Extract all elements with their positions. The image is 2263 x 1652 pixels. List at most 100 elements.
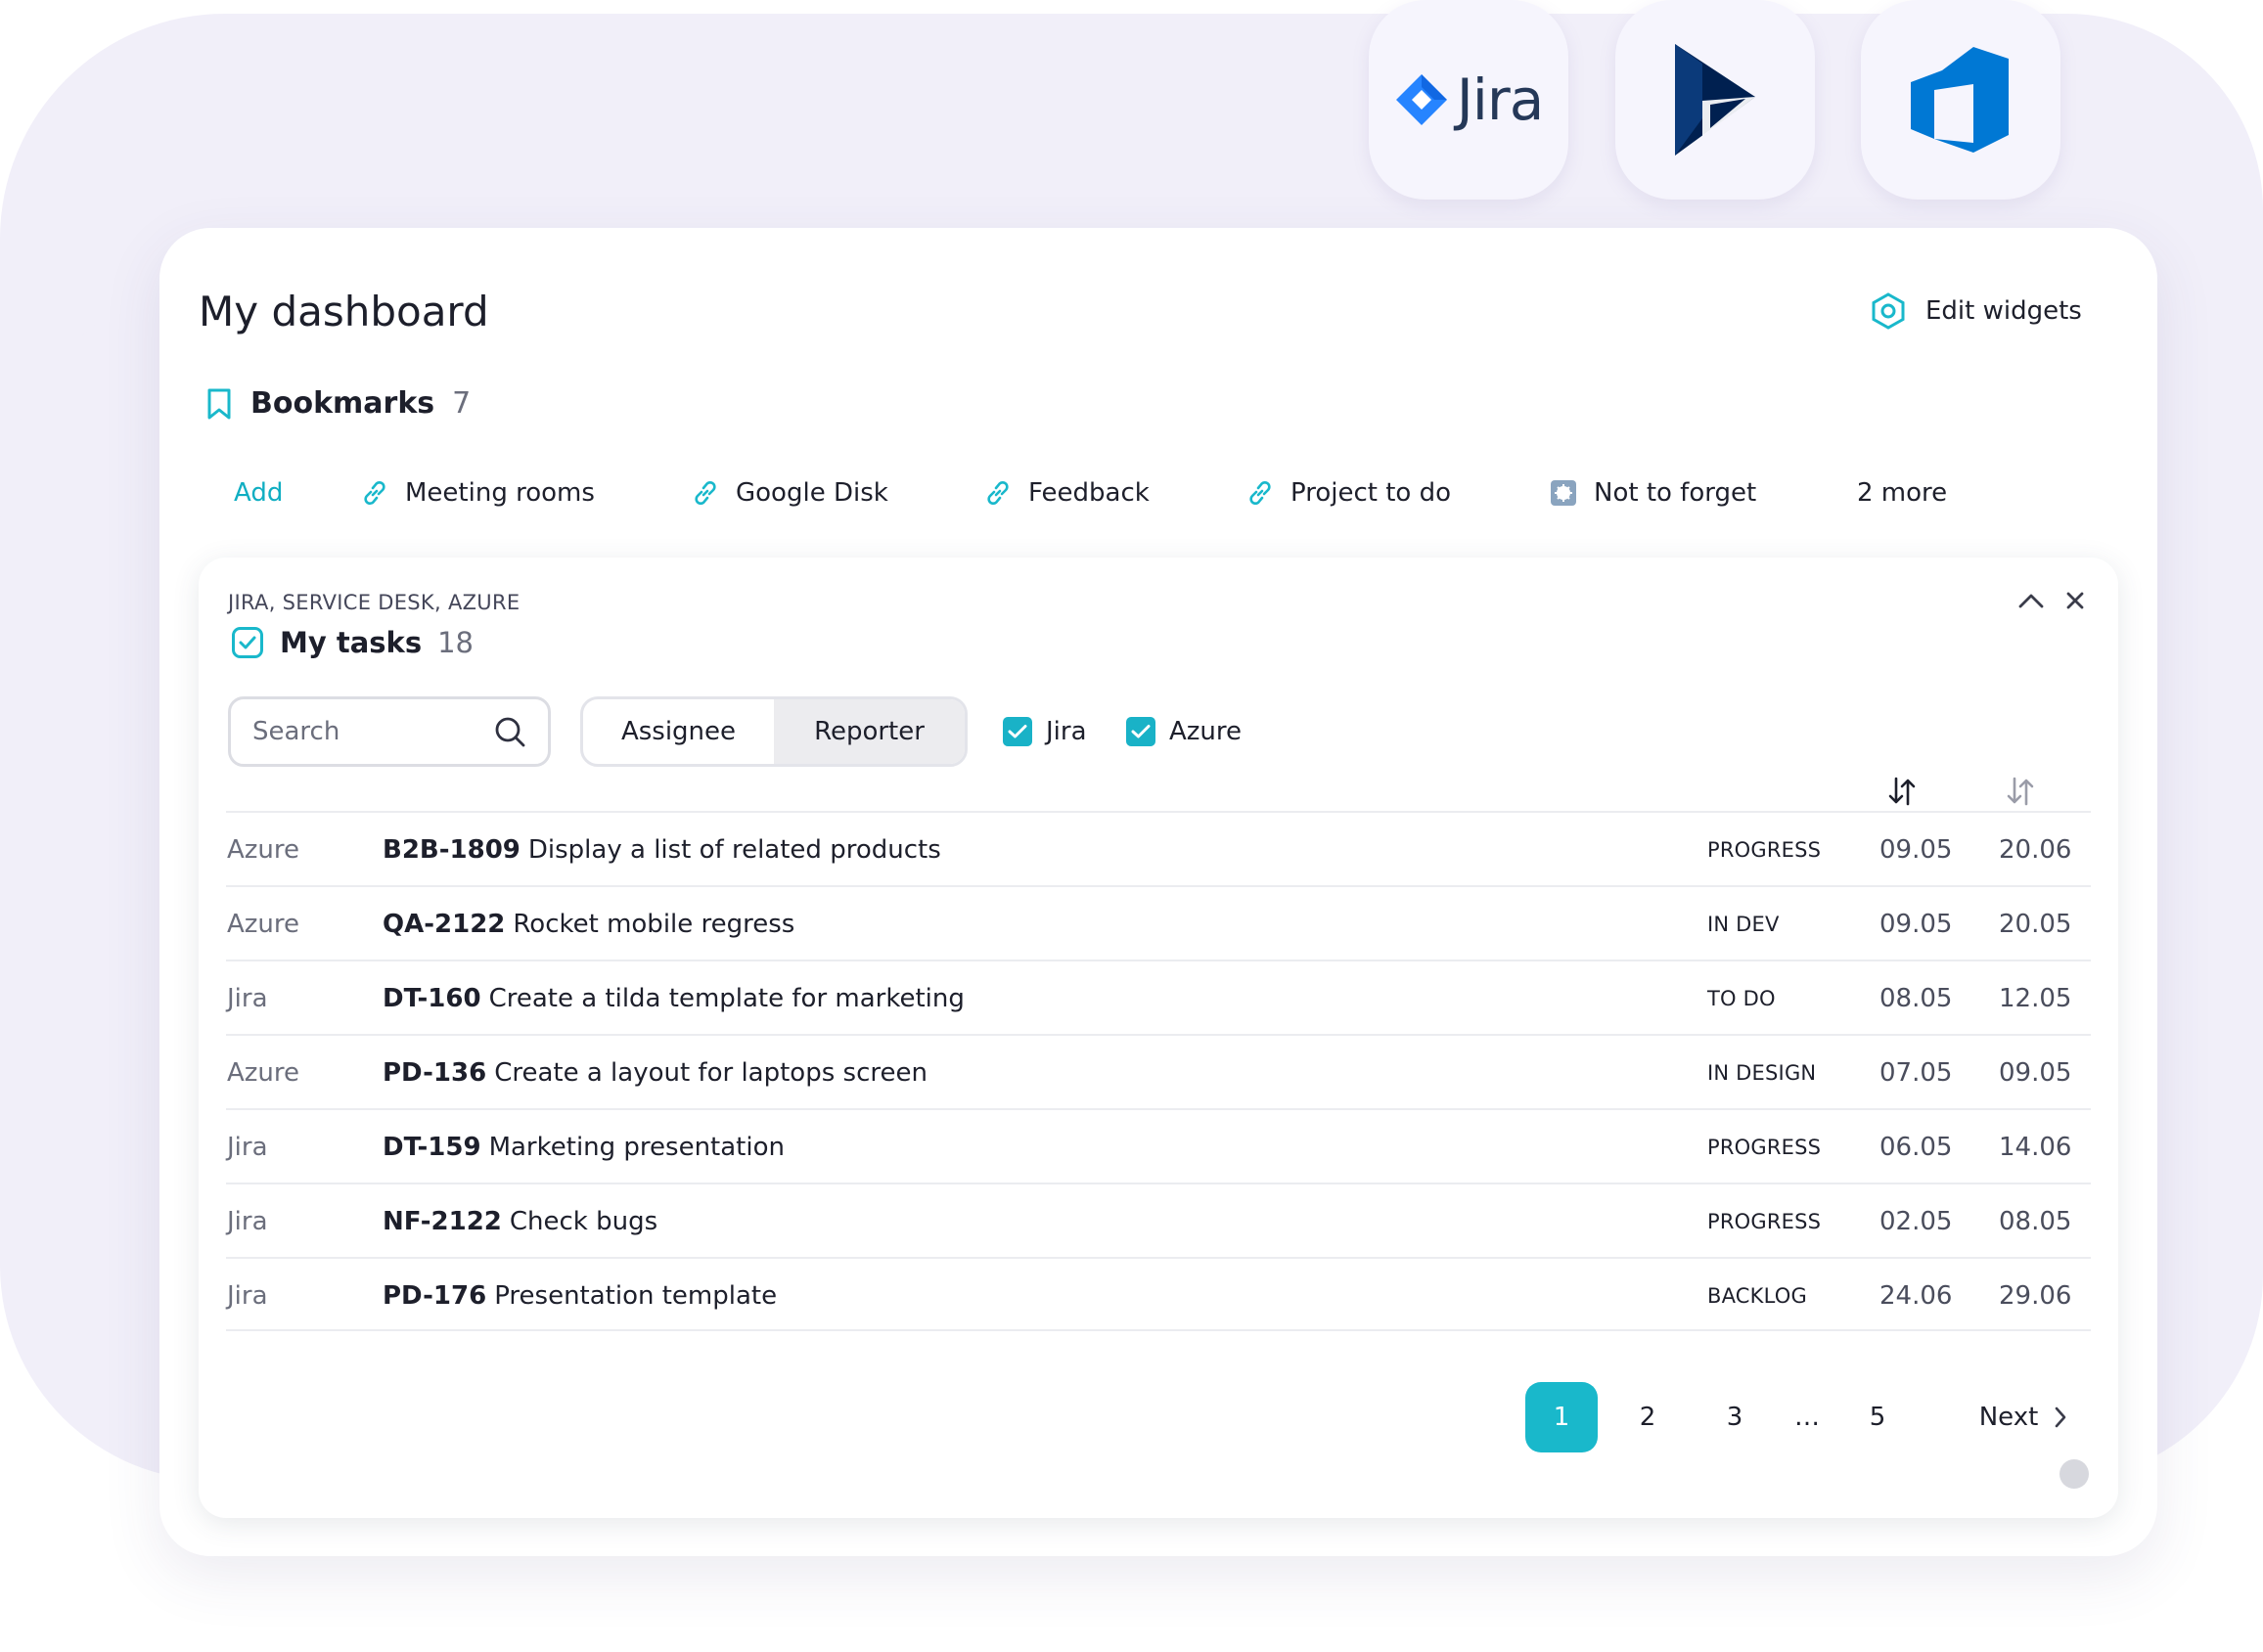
- edit-widgets-button[interactable]: Edit widgets: [1869, 291, 2082, 331]
- bookmark-google-disk[interactable]: Google Disk: [691, 473, 888, 513]
- task-status: PROGRESS: [1707, 1210, 1822, 1233]
- task-end-date: 20.05: [1999, 910, 2072, 939]
- sort-end-date-icon[interactable]: [2006, 775, 2035, 808]
- jira-diamond-icon: [1395, 74, 1447, 125]
- bookmark-add-button[interactable]: Add: [234, 473, 283, 513]
- task-start-date: 07.05: [1879, 1058, 1953, 1088]
- task-key: DT-159: [383, 1133, 481, 1162]
- task-title: DT-159 Marketing presentation: [383, 1110, 785, 1184]
- close-widget-button[interactable]: [2058, 583, 2093, 618]
- link-icon: [695, 480, 716, 506]
- page-button-5[interactable]: 5: [1856, 1382, 1899, 1452]
- task-title: PD-136 Create a layout for laptops screen: [383, 1036, 928, 1110]
- bookmark-not-to-forget[interactable]: Not to forget: [1549, 473, 1756, 513]
- segment-assignee[interactable]: Assignee: [583, 699, 774, 764]
- table-row[interactable]: Jira DT-159 Marketing presentation PROGRE…: [226, 1108, 2091, 1183]
- bookmark-label: Meeting rooms: [405, 478, 595, 508]
- tasks-table: Azure B2B-1809 Display a list of related …: [226, 811, 2091, 1331]
- jira-logo-tile: Jira: [1369, 0, 1568, 200]
- page-button-1[interactable]: 1: [1525, 1382, 1598, 1452]
- page-button-3[interactable]: 3: [1713, 1382, 1756, 1452]
- task-start-date: 02.05: [1879, 1207, 1953, 1236]
- bookmark-meeting-rooms[interactable]: Meeting rooms: [360, 473, 595, 513]
- next-page-button[interactable]: Next: [1965, 1382, 2082, 1452]
- collapse-widget-button[interactable]: [2014, 583, 2049, 618]
- widget-sources: JIRA, SERVICE DESK, AZURE: [228, 591, 520, 614]
- role-segmented-control: Assignee Reporter: [580, 696, 968, 767]
- bookmark-label: Project to do: [1290, 478, 1451, 508]
- task-end-date: 12.05: [1999, 984, 2072, 1013]
- task-start-date: 09.05: [1879, 835, 1953, 865]
- filter-label: Jira: [1046, 717, 1087, 746]
- table-row[interactable]: Azure QA-2122 Rocket mobile regress IN DE…: [226, 885, 2091, 960]
- task-title: DT-160 Create a tilda template for market…: [383, 961, 965, 1036]
- bookmarks-more-label: 2 more: [1857, 478, 1948, 508]
- checkbox-checked-icon: [1003, 717, 1032, 746]
- bookmarks-header: Bookmarks 7: [205, 386, 471, 421]
- task-key: NF-2122: [383, 1207, 502, 1236]
- jira-logo-text: Jira: [1456, 67, 1545, 133]
- segment-reporter[interactable]: Reporter: [774, 699, 965, 764]
- task-status: TO DO: [1707, 987, 1776, 1010]
- close-icon: [2066, 592, 2084, 609]
- task-end-date: 20.06: [1999, 835, 2072, 865]
- table-row[interactable]: Azure PD-136 Create a layout for laptops …: [226, 1034, 2091, 1108]
- task-source: Jira: [227, 1281, 268, 1311]
- task-title: PD-176 Presentation template: [383, 1259, 777, 1333]
- task-name: Marketing presentation: [488, 1133, 785, 1162]
- task-status: IN DEV: [1707, 913, 1780, 936]
- table-row[interactable]: Jira DT-160 Create a tilda template for m…: [226, 960, 2091, 1034]
- note-icon: [1551, 480, 1576, 506]
- task-name: Rocket mobile regress: [513, 910, 795, 939]
- task-source: Azure: [227, 835, 300, 865]
- bookmark-project-to-do[interactable]: Project to do: [1245, 473, 1451, 513]
- tasks-count: 18: [437, 626, 475, 659]
- azure-devops-logo-tile: [1861, 0, 2060, 200]
- search-icon: [495, 717, 525, 747]
- task-status: BACKLOG: [1707, 1284, 1807, 1308]
- bookmarks-more-link[interactable]: 2 more: [1857, 473, 1947, 513]
- checkbox-checked-icon: [1126, 717, 1155, 746]
- filter-azure-checkbox[interactable]: Azure: [1126, 717, 1242, 746]
- link-icon: [1249, 480, 1271, 506]
- bookmark-label: Not to forget: [1594, 478, 1757, 508]
- task-key: DT-160: [383, 984, 481, 1013]
- task-source: Jira: [227, 1133, 268, 1162]
- task-source: Jira: [227, 984, 268, 1013]
- link-icon: [364, 480, 385, 506]
- bookmark-feedback[interactable]: Feedback: [983, 473, 1150, 513]
- task-key: QA-2122: [383, 910, 506, 939]
- task-key: PD-136: [383, 1058, 487, 1088]
- task-start-date: 06.05: [1879, 1133, 1953, 1162]
- task-key: PD-176: [383, 1281, 487, 1311]
- page-button-2[interactable]: 2: [1626, 1382, 1669, 1452]
- task-source: Jira: [227, 1207, 268, 1236]
- task-name: Check bugs: [509, 1207, 658, 1236]
- bookmark-icon: [207, 388, 231, 419]
- task-source: Azure: [227, 1058, 300, 1088]
- link-icon: [987, 480, 1009, 506]
- sort-start-date-icon[interactable]: [1887, 775, 1917, 808]
- task-end-date: 14.06: [1999, 1133, 2072, 1162]
- filter-jira-checkbox[interactable]: Jira: [1003, 717, 1087, 746]
- task-source: Azure: [227, 910, 300, 939]
- filter-label: Azure: [1169, 717, 1243, 746]
- hexagon-settings-icon: [1872, 292, 1905, 330]
- table-row[interactable]: Jira PD-176 Presentation template BACKLOG…: [226, 1257, 2091, 1331]
- task-name: Display a list of related products: [527, 835, 941, 865]
- task-search-input[interactable]: Search: [228, 696, 551, 767]
- search-placeholder: Search: [252, 717, 340, 746]
- chevron-right-icon: [2055, 1406, 2066, 1428]
- task-start-date: 08.05: [1879, 984, 1953, 1013]
- table-row[interactable]: Azure B2B-1809 Display a list of related …: [226, 811, 2091, 885]
- task-name: Create a layout for laptops screen: [494, 1058, 928, 1088]
- task-name: Presentation template: [494, 1281, 778, 1311]
- bookmarks-title: Bookmarks: [250, 386, 435, 421]
- page-title: My dashboard: [199, 288, 489, 335]
- table-row[interactable]: Jira NF-2122 Check bugs PROGRESS 02.05 08…: [226, 1183, 2091, 1257]
- widget-resize-handle[interactable]: [2059, 1459, 2089, 1489]
- task-name: Create a tilda template for marketing: [488, 984, 965, 1013]
- task-start-date: 24.06: [1879, 1281, 1953, 1311]
- bookmark-add-label: Add: [234, 478, 284, 508]
- task-status: IN DESIGN: [1707, 1061, 1817, 1085]
